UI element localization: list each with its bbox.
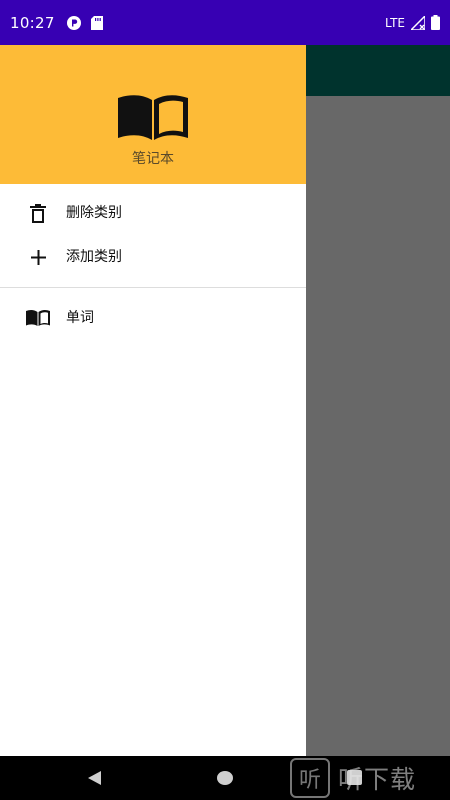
menu-item-label: 删除类别 [66,205,122,221]
watermark-text: 听下载 [338,765,417,794]
menu-divider [0,287,306,288]
app-toolbar [306,45,450,96]
trash-icon [25,191,51,235]
menu-item-label: 单词 [66,310,94,326]
drawer-title: 笔记本 [132,151,174,167]
menu-item-add-category[interactable]: 添加类别 [0,235,306,279]
menu-item-label: 添加类别 [66,249,122,265]
back-icon[interactable] [86,770,102,790]
drawer-header: 笔记本 [0,45,306,184]
open-book-icon [116,92,190,146]
home-icon[interactable] [217,771,233,785]
network-type: LTE [385,15,405,30]
plus-icon [25,235,51,279]
book-icon [25,296,51,340]
status-bar: 10:27 LTE [0,0,450,45]
navigation-drawer: 笔记本 删除类别 添加类别 单词 [0,45,306,756]
watermark-logo: 听 [290,758,330,798]
battery-icon [431,15,440,30]
menu-item-delete-category[interactable]: 删除类别 [0,191,306,235]
signal-icon [411,15,425,30]
watermark: 听 听下载 [290,757,416,799]
drawer-scrim[interactable] [306,96,450,756]
status-time: 10:27 [10,13,55,32]
notification-p-icon [66,15,81,30]
menu-item-category-words[interactable]: 单词 [0,296,306,340]
sd-card-icon [90,15,103,30]
